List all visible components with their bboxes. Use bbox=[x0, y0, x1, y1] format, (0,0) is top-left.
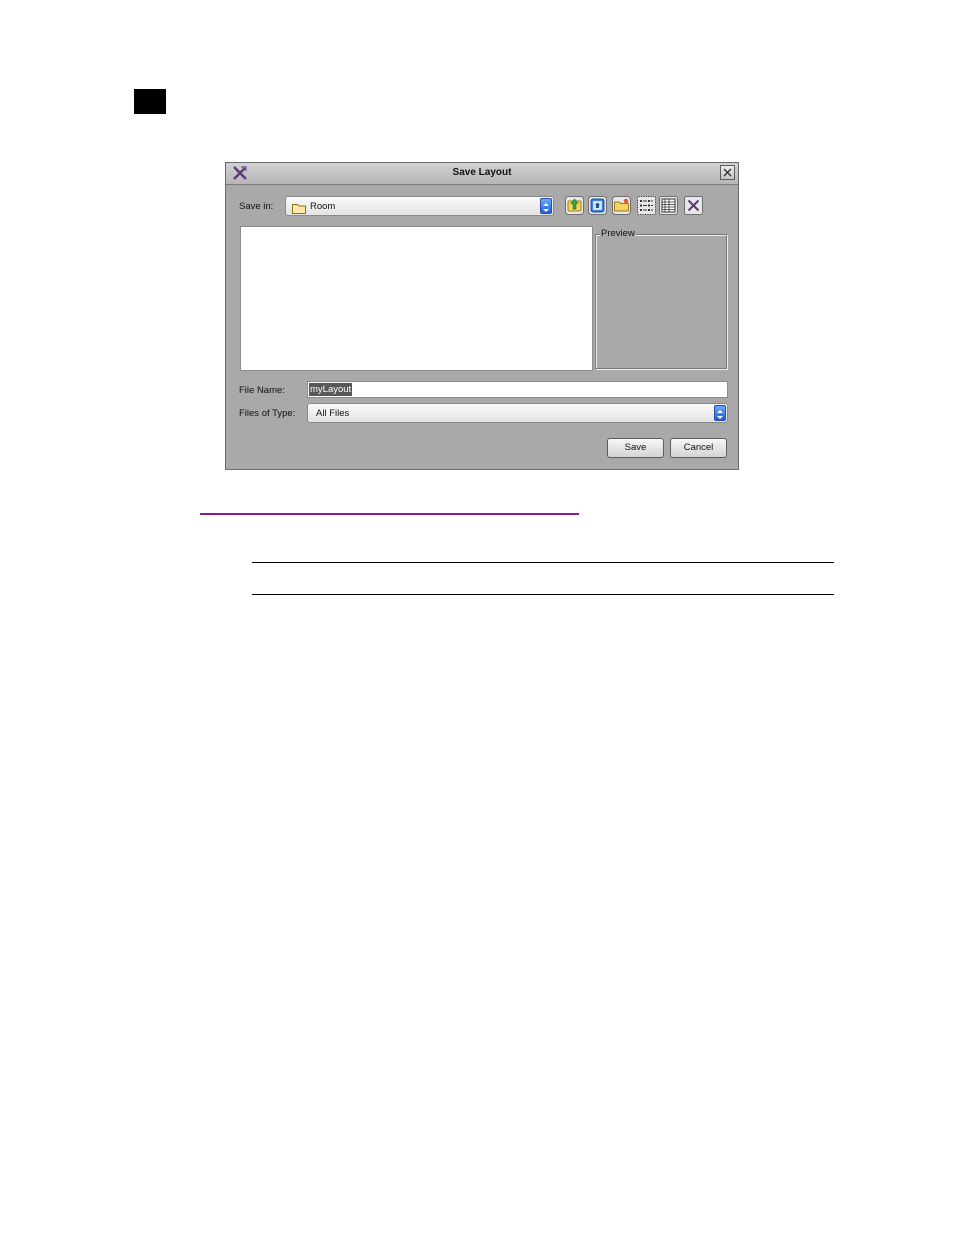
link-underline bbox=[200, 513, 579, 515]
preview-panel: Preview bbox=[595, 228, 727, 369]
details-view-button[interactable] bbox=[659, 196, 678, 215]
delete-icon bbox=[684, 196, 703, 215]
file-name-value: myLayout bbox=[309, 383, 353, 396]
delete-button[interactable] bbox=[684, 196, 703, 215]
new-folder-icon bbox=[612, 196, 631, 215]
save-button[interactable]: Save bbox=[607, 438, 664, 458]
create-new-folder-button[interactable] bbox=[612, 196, 631, 215]
home-icon bbox=[588, 196, 607, 215]
table-bottom-rule bbox=[252, 594, 834, 595]
details-view-icon bbox=[659, 196, 678, 215]
dialog-titlebar[interactable]: Save Layout bbox=[226, 163, 738, 185]
preview-label: Preview bbox=[600, 228, 636, 240]
list-view-icon bbox=[637, 196, 656, 215]
file-name-label: File Name: bbox=[239, 385, 285, 396]
page-corner-marker bbox=[134, 89, 166, 114]
files-of-type-label: Files of Type: bbox=[239, 408, 296, 419]
file-list-pane[interactable] bbox=[240, 226, 593, 371]
save-in-label: Save in: bbox=[239, 201, 274, 212]
close-icon bbox=[723, 168, 732, 177]
save-in-value: Room bbox=[310, 201, 336, 212]
files-of-type-value: All Files bbox=[316, 408, 350, 419]
spinner-arrows-icon bbox=[540, 198, 552, 214]
folder-icon bbox=[292, 201, 306, 214]
save-layout-dialog: Save Layout Save in: Room Preview File N… bbox=[225, 162, 739, 470]
cancel-button[interactable]: Cancel bbox=[670, 438, 727, 458]
up-one-level-button[interactable] bbox=[565, 196, 584, 215]
home-button[interactable] bbox=[588, 196, 607, 215]
spinner-arrows-icon bbox=[714, 405, 726, 421]
dialog-title: Save Layout bbox=[452, 167, 512, 178]
file-name-input[interactable]: myLayout bbox=[307, 381, 728, 398]
save-in-dropdown[interactable]: Room bbox=[285, 196, 554, 216]
files-of-type-dropdown[interactable]: All Files bbox=[307, 403, 728, 423]
close-button[interactable] bbox=[720, 165, 735, 180]
list-view-button[interactable] bbox=[637, 196, 656, 215]
up-folder-icon bbox=[565, 196, 584, 215]
table-top-rule bbox=[252, 562, 834, 563]
